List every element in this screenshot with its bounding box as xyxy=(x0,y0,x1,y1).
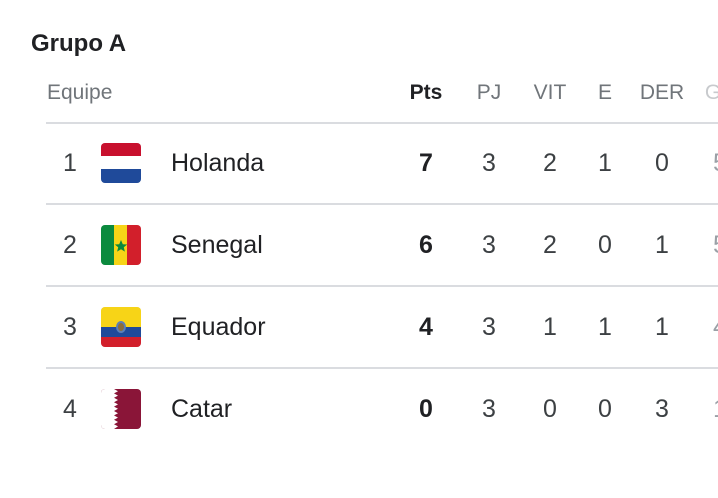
team-wins: 1 xyxy=(543,313,557,341)
team-points: 0 xyxy=(419,395,433,423)
team-played: 3 xyxy=(482,313,496,341)
team-name[interactable]: Senegal xyxy=(171,205,263,285)
team-draws: 1 xyxy=(598,149,612,177)
table-row[interactable]: 3 Equador 4 3 1 1 1 4 xyxy=(0,287,718,367)
team-name[interactable]: Equador xyxy=(171,287,266,367)
team-position: 3 xyxy=(63,313,77,341)
team-position: 4 xyxy=(63,395,77,423)
team-draws: 0 xyxy=(598,231,612,259)
team-position: 2 xyxy=(63,231,77,259)
ecuador-flag-icon xyxy=(101,307,141,347)
group-title: Grupo A xyxy=(31,30,127,57)
team-played: 3 xyxy=(482,149,496,177)
team-wins: 2 xyxy=(543,231,557,259)
team-losses: 1 xyxy=(655,231,669,259)
team-draws: 0 xyxy=(598,395,612,423)
team-goals-for: 1 xyxy=(710,369,718,449)
team-wins: 0 xyxy=(543,395,557,423)
team-played: 3 xyxy=(482,231,496,259)
column-header-played[interactable]: PJ xyxy=(468,78,510,108)
team-wins: 2 xyxy=(543,149,557,177)
team-points: 6 xyxy=(419,231,433,259)
column-header-team[interactable]: Equipe xyxy=(47,78,112,108)
team-losses: 3 xyxy=(655,395,669,423)
team-name[interactable]: Holanda xyxy=(171,123,264,203)
senegal-flag-icon xyxy=(101,225,141,265)
team-goals-for: 5 xyxy=(710,205,718,285)
table-row[interactable]: 1 Holanda 7 3 2 1 0 5 xyxy=(0,123,718,203)
table-header: Equipe Pts PJ VIT E DER GP xyxy=(0,78,718,108)
column-header-points[interactable]: Pts xyxy=(403,78,449,108)
netherlands-flag-icon xyxy=(101,143,141,183)
column-header-draws[interactable]: E xyxy=(590,78,620,108)
team-losses: 1 xyxy=(655,313,669,341)
team-goals-for: 5 xyxy=(710,123,718,203)
team-points: 4 xyxy=(419,313,433,341)
column-header-wins[interactable]: VIT xyxy=(525,78,575,108)
team-goals-for: 4 xyxy=(710,287,718,367)
qatar-flag-icon xyxy=(101,389,141,429)
team-name[interactable]: Catar xyxy=(171,369,232,449)
team-draws: 1 xyxy=(598,313,612,341)
team-played: 3 xyxy=(482,395,496,423)
team-position: 1 xyxy=(63,149,77,177)
column-header-losses[interactable]: DER xyxy=(633,78,691,108)
team-points: 7 xyxy=(419,149,433,177)
team-losses: 0 xyxy=(655,149,669,177)
table-row[interactable]: 4 Catar 0 3 0 0 3 1 xyxy=(0,369,718,449)
column-header-goals-for[interactable]: GP xyxy=(700,78,718,108)
table-row[interactable]: 2 Senegal 6 3 2 0 1 5 xyxy=(0,205,718,285)
